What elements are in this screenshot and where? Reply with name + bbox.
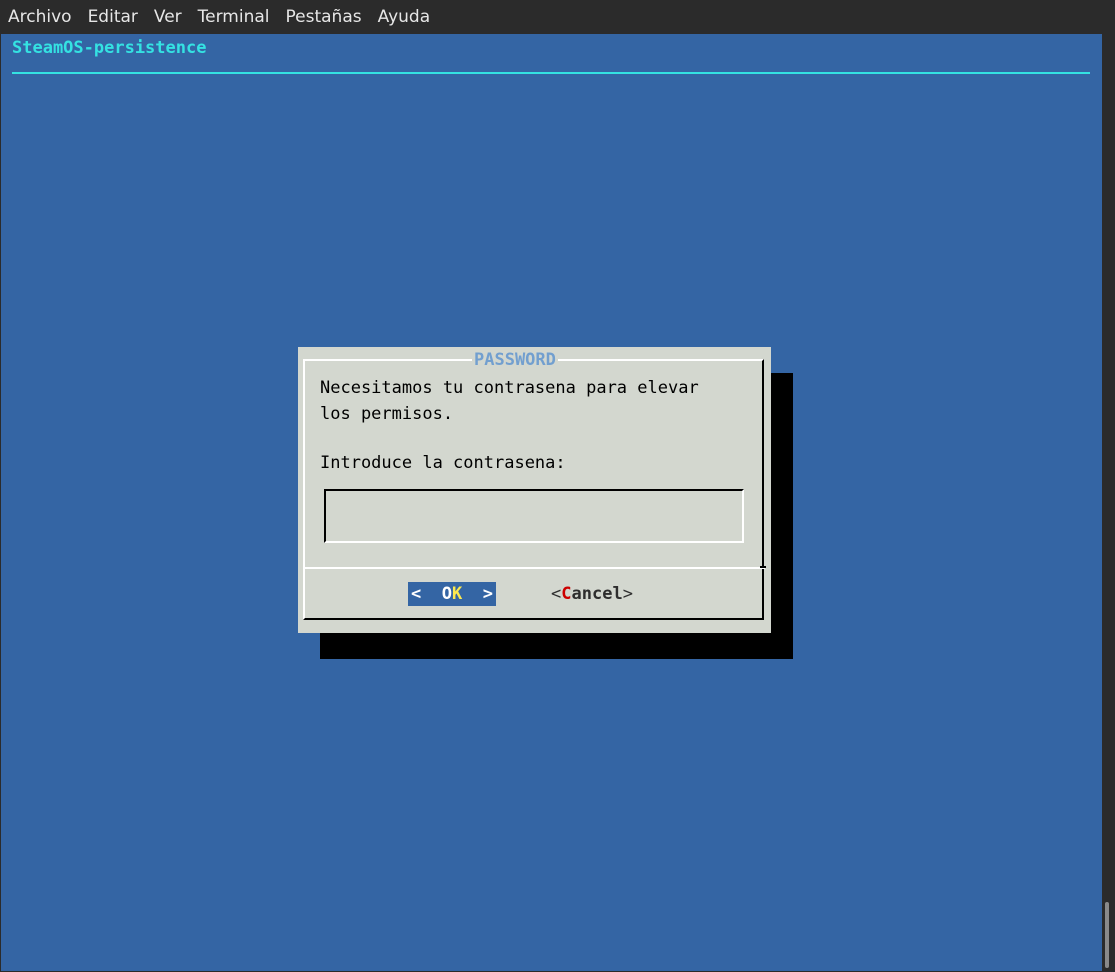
cancel-button[interactable]: <Cancel> [551,582,633,606]
ok-right: > [462,584,493,604]
scrollbar-thumb[interactable] [1105,902,1109,968]
cancel-hotkey: C [561,584,572,604]
menu-terminal[interactable]: Terminal [190,0,278,34]
menubar: Archivo Editar Ver Terminal Pestañas Ayu… [0,0,1115,34]
menu-ver[interactable]: Ver [146,0,190,34]
ok-hotkey: K [451,584,463,604]
backtitle: SteamOS-persistence [12,38,207,58]
backtitle-rule [12,72,1090,74]
separator-end [760,566,766,568]
dialog-title: PASSWORD [472,350,558,370]
password-input[interactable] [324,489,744,543]
button-separator [305,567,765,569]
cancel-label: ancel [571,584,623,604]
scrollbar[interactable] [1102,34,1115,972]
ok-left: < O [411,584,452,604]
menu-pestanas[interactable]: Pestañas [278,0,370,34]
menu-ayuda[interactable]: Ayuda [370,0,439,34]
menu-editar[interactable]: Editar [80,0,146,34]
menu-archivo[interactable]: Archivo [0,0,80,34]
password-dialog: PASSWORD Necesitamos tu contrasena para … [298,347,771,633]
cancel-close-bracket: > [622,584,633,604]
dialog-prompt: Introduce la contrasena: [320,453,566,473]
cancel-open-bracket: < [551,584,562,604]
ok-button[interactable]: < OK > [408,582,496,606]
dialog-message: Necesitamos tu contrasena para elevar lo… [320,378,699,424]
